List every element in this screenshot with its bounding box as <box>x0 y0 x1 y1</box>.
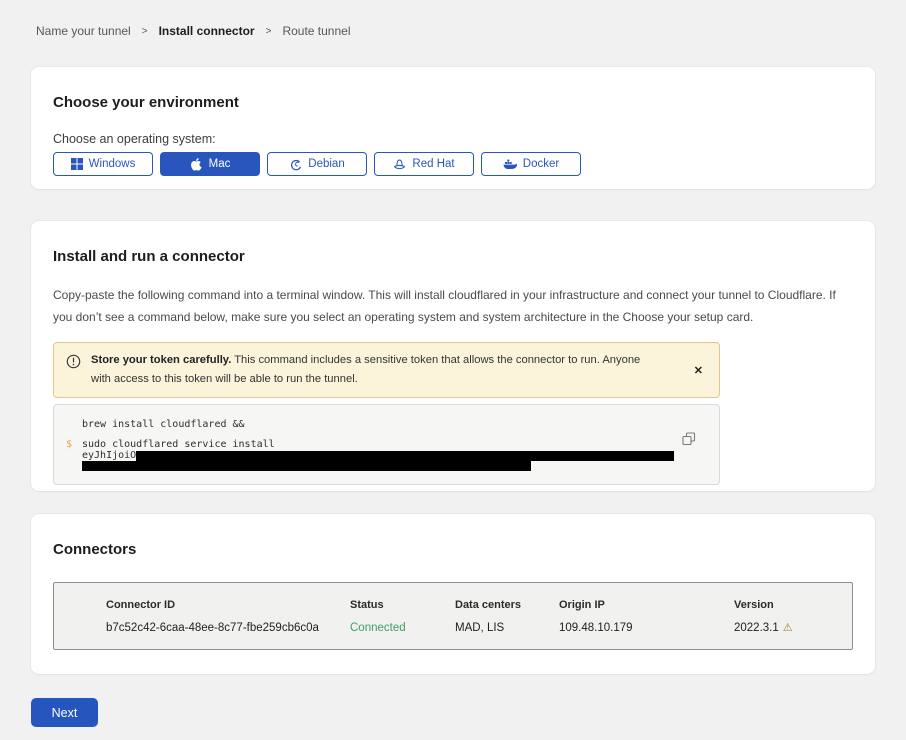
os-button-label: Debian <box>308 158 344 170</box>
col-header-origin-ip: Origin IP <box>559 599 734 611</box>
origin-ip-value: 109.48.10.179 <box>559 622 734 634</box>
prompt-spacer <box>66 450 82 461</box>
breadcrumb-separator: > <box>266 26 272 37</box>
prompt-spacer <box>66 419 82 430</box>
os-button-label: Windows <box>89 158 136 170</box>
connectors-card: Connectors Connector ID Status Data cent… <box>31 514 875 674</box>
apple-icon <box>190 157 203 171</box>
status-badge: Connected <box>350 622 455 634</box>
breadcrumb-item-name-your-tunnel[interactable]: Name your tunnel <box>36 24 131 38</box>
code-line: $ sudo cloudflared service install <box>66 439 679 450</box>
code-text: brew install cloudflared && <box>82 419 245 430</box>
install-connector-card: Install and run a connector Copy-paste t… <box>31 221 875 491</box>
table-row: b7c52c42-6caa-48ee-8c77-fbe259cb6c0a Con… <box>106 621 852 634</box>
environment-card-title: Choose your environment <box>53 94 853 111</box>
connectors-card-title: Connectors <box>53 541 853 558</box>
shell-prompt: $ <box>66 439 82 450</box>
breadcrumb-item-install-connector[interactable]: Install connector <box>159 24 255 38</box>
table-header-row: Connector ID Status Data centers Origin … <box>106 599 852 611</box>
col-header-version: Version <box>734 599 852 611</box>
os-button-label: Docker <box>523 158 559 170</box>
redacted-token <box>82 461 531 471</box>
os-button-debian[interactable]: Debian <box>267 152 367 176</box>
breadcrumb-item-route-tunnel[interactable]: Route tunnel <box>282 24 350 38</box>
code-text: sudo cloudflared service install <box>82 439 275 450</box>
col-header-connector-id: Connector ID <box>106 599 350 611</box>
token-warning-banner: Store your token carefully. This command… <box>53 342 720 398</box>
install-card-description: Copy-paste the following command into a … <box>53 285 853 328</box>
os-button-label: Mac <box>209 158 231 170</box>
os-button-windows[interactable]: Windows <box>53 152 153 176</box>
os-button-label: Red Hat <box>412 158 454 170</box>
os-button-docker[interactable]: Docker <box>481 152 581 176</box>
debian-icon <box>289 158 302 171</box>
data-centers-value: MAD, LIS <box>455 622 559 634</box>
environment-card: Choose your environment Choose an operat… <box>31 67 875 189</box>
token-warning-title: Store your token carefully. <box>91 354 231 366</box>
prompt-spacer <box>66 461 82 471</box>
code-line <box>66 461 679 471</box>
windows-icon <box>71 158 83 170</box>
install-command-codeblock: brew install cloudflared && $ sudo cloud… <box>53 404 720 485</box>
code-line: brew install cloudflared && <box>66 419 679 430</box>
breadcrumb-separator: > <box>142 26 148 37</box>
token-prefix: eyJhIjoiO <box>82 450 136 461</box>
version-value: 2022.3.1 ⚠ <box>734 621 852 634</box>
os-button-group: Windows Mac Debian Red Hat Docker <box>53 152 853 176</box>
code-line: eyJhIjoiO <box>66 450 679 461</box>
connector-id-value: b7c52c42-6caa-48ee-8c77-fbe259cb6c0a <box>106 622 350 634</box>
close-icon[interactable]: ✕ <box>688 362 709 379</box>
next-button[interactable]: Next <box>31 698 98 727</box>
breadcrumb: Name your tunnel > Install connector > R… <box>0 0 906 38</box>
warning-triangle-icon: ⚠ <box>783 621 793 634</box>
os-button-mac[interactable]: Mac <box>160 152 260 176</box>
install-card-title: Install and run a connector <box>53 248 853 265</box>
os-button-redhat[interactable]: Red Hat <box>374 152 474 176</box>
info-icon <box>66 354 81 374</box>
col-header-data-centers: Data centers <box>455 599 559 611</box>
copy-icon[interactable] <box>682 432 696 449</box>
version-number: 2022.3.1 <box>734 622 779 634</box>
col-header-status: Status <box>350 599 455 611</box>
redhat-icon <box>393 158 406 171</box>
token-warning-text: Store your token carefully. This command… <box>91 351 651 389</box>
docker-icon <box>503 159 517 170</box>
redacted-token <box>136 451 674 461</box>
connectors-table: Connector ID Status Data centers Origin … <box>53 582 853 650</box>
os-select-label: Choose an operating system: <box>53 132 853 146</box>
